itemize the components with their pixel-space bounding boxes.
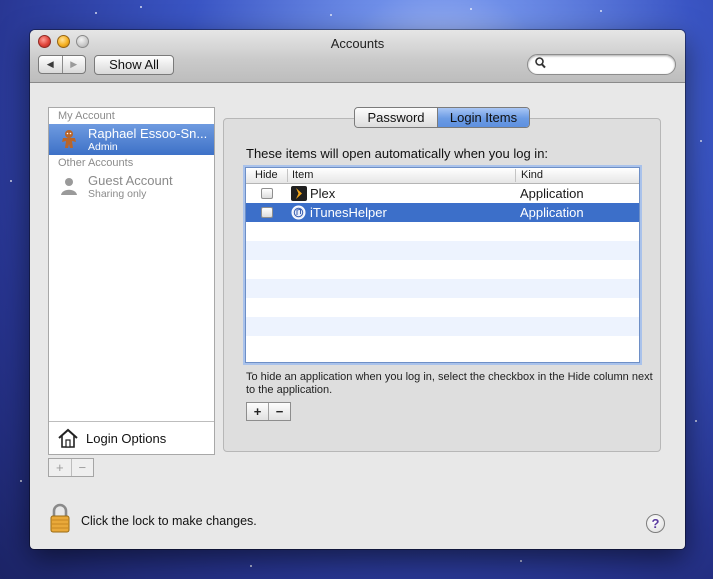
- tab-login-items[interactable]: Login Items: [438, 108, 529, 127]
- guest-account-name: Guest Account: [88, 173, 173, 188]
- empty-row: [246, 222, 639, 241]
- empty-row: [246, 298, 639, 317]
- show-all-button[interactable]: Show All: [94, 55, 174, 75]
- hide-hint-text: To hide an application when you log in, …: [246, 371, 653, 396]
- login-options-label: Login Options: [86, 431, 167, 446]
- item-kind: Application: [520, 205, 584, 220]
- column-header-item[interactable]: Item: [292, 169, 313, 181]
- magnifier-icon: [535, 57, 546, 72]
- back-arrow-icon[interactable]: ◀: [39, 56, 62, 73]
- forward-arrow-icon[interactable]: ▶: [61, 56, 86, 73]
- lock-icon[interactable]: [49, 503, 71, 533]
- tab-password[interactable]: Password: [355, 108, 438, 127]
- empty-row: [246, 279, 639, 298]
- other-accounts-header: Other Accounts: [58, 157, 134, 169]
- account-item-raphael[interactable]: Raphael Essoo-Sn... Admin: [49, 124, 214, 155]
- title-bar: Accounts ◀ ▶ Show All: [30, 30, 685, 83]
- help-button[interactable]: ?: [646, 514, 665, 533]
- remove-account-button[interactable]: −: [70, 459, 94, 476]
- itunes-helper-icon: [291, 205, 307, 220]
- account-name: Raphael Essoo-Sn...: [88, 126, 208, 141]
- empty-row: [246, 317, 639, 336]
- back-forward-control: ◀ ▶: [38, 55, 86, 74]
- remove-login-item-button[interactable]: −: [268, 403, 290, 420]
- window-title: Accounts: [330, 36, 385, 51]
- table-row[interactable]: iTunesHelper Application: [246, 203, 639, 222]
- column-header-hide[interactable]: Hide: [255, 169, 278, 181]
- plex-icon: [291, 186, 307, 201]
- search-field[interactable]: [527, 54, 676, 75]
- table-header: Hide Item Kind: [246, 168, 639, 184]
- accounts-window: Accounts ◀ ▶ Show All My Account Raphael…: [30, 30, 685, 549]
- item-name: Plex: [310, 186, 336, 201]
- guest-account-status: Sharing only: [88, 188, 147, 200]
- hide-checkbox[interactable]: [261, 188, 273, 199]
- account-role: Admin: [88, 141, 118, 153]
- empty-row: [246, 260, 639, 279]
- login-items-add-remove-control: + −: [246, 402, 291, 421]
- accounts-sidebar: My Account Raphael Essoo-Sn... Admin Oth…: [48, 107, 215, 455]
- login-items-intro: These items will open automatically when…: [246, 146, 549, 161]
- empty-row: [246, 241, 639, 260]
- my-account-header: My Account: [58, 110, 115, 122]
- account-add-remove-control: + −: [48, 458, 94, 477]
- house-icon: [57, 428, 79, 448]
- login-options-item[interactable]: Login Options: [49, 421, 214, 454]
- item-name: iTunesHelper: [310, 205, 387, 220]
- account-item-guest[interactable]: Guest Account Sharing only: [49, 171, 214, 202]
- add-login-item-button[interactable]: +: [247, 403, 268, 420]
- guest-user-icon: [59, 176, 79, 196]
- login-items-table: Hide Item Kind Plex Application iTunesHe…: [245, 167, 640, 363]
- table-row[interactable]: Plex Application: [246, 184, 639, 203]
- column-header-kind[interactable]: Kind: [521, 169, 543, 181]
- hide-checkbox[interactable]: [261, 207, 273, 218]
- empty-row: [246, 336, 639, 355]
- tab-bar: Password Login Items: [354, 107, 530, 128]
- lock-label: Click the lock to make changes.: [81, 514, 257, 528]
- add-account-button[interactable]: +: [49, 459, 71, 476]
- gingerbread-avatar-icon: [59, 129, 79, 149]
- item-kind: Application: [520, 186, 584, 201]
